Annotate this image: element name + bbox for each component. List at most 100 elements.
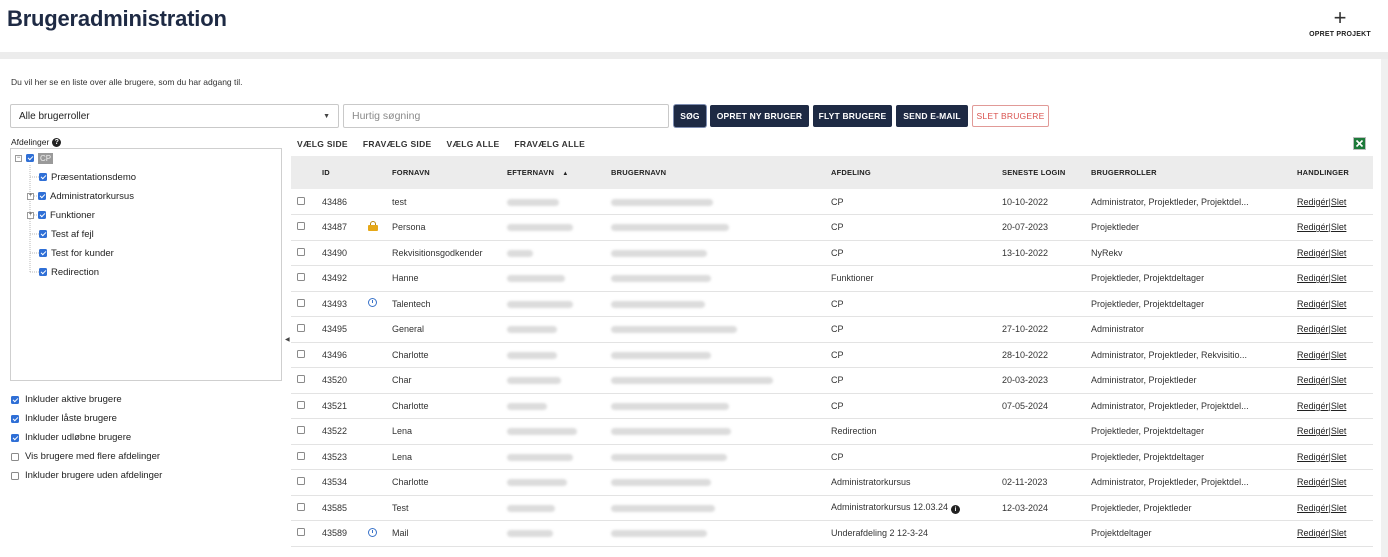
- tree-node-test-af-fejl[interactable]: Test af fejl: [39, 227, 94, 241]
- send-email-button[interactable]: SEND E-MAIL: [896, 105, 968, 127]
- header-username[interactable]: BRUGERNAVN: [605, 156, 825, 189]
- deselect-all-link[interactable]: FRAVÆLG ALLE: [514, 139, 585, 149]
- edit-link[interactable]: Redigér: [1297, 273, 1329, 283]
- table-row[interactable]: 43492 Hanne Funktioner Projektleder, Projek…: [291, 266, 1373, 291]
- row-checkbox[interactable]: [297, 324, 305, 333]
- header-department[interactable]: AFDELING: [825, 156, 996, 189]
- edit-link[interactable]: Redigér: [1297, 324, 1329, 334]
- expand-icon[interactable]: +: [27, 211, 34, 219]
- edit-link[interactable]: Redigér: [1297, 375, 1329, 385]
- select-page-link[interactable]: VÆLG SIDE: [297, 139, 348, 149]
- help-icon[interactable]: ?: [52, 137, 62, 147]
- tree-node-praesentationsdemo[interactable]: Præsentationsdemo: [39, 170, 136, 184]
- row-checkbox[interactable]: [297, 502, 305, 511]
- delete-link[interactable]: Slet: [1331, 426, 1347, 436]
- row-checkbox[interactable]: [297, 400, 305, 409]
- tree-node-redirection[interactable]: Redirection: [39, 265, 99, 279]
- deselect-page-link[interactable]: FRAVÆLG SIDE: [363, 139, 432, 149]
- header-last-name[interactable]: EFTERNAVN ▲: [501, 156, 605, 189]
- move-users-button[interactable]: FLYT BRUGERE: [813, 105, 892, 127]
- edit-link[interactable]: Redigér: [1297, 477, 1329, 487]
- collapse-panel-icon[interactable]: ◀: [285, 336, 290, 343]
- delete-link[interactable]: Slet: [1331, 528, 1347, 538]
- table-row[interactable]: 43523 Lena CP Projektleder, Projektdeltager…: [291, 444, 1373, 470]
- delete-link[interactable]: Slet: [1331, 477, 1347, 487]
- table-row[interactable]: 43495 General CP 27-10-2022 Administrator Red…: [291, 317, 1373, 342]
- edit-link[interactable]: Redigér: [1297, 299, 1329, 309]
- tree-node-administratorkursus[interactable]: + Administratorkursus: [27, 189, 134, 203]
- select-all-link[interactable]: VÆLG ALLE: [447, 139, 500, 149]
- search-button[interactable]: SØG: [674, 105, 706, 127]
- header-last-login[interactable]: SENESTE LOGIN: [996, 156, 1085, 189]
- edit-link[interactable]: Redigér: [1297, 503, 1329, 513]
- option-checkbox[interactable]: [11, 471, 19, 480]
- excel-export-icon[interactable]: [1353, 137, 1366, 150]
- edit-link[interactable]: Redigér: [1297, 222, 1329, 232]
- tree-node-root[interactable]: − CP: [15, 151, 54, 165]
- row-checkbox[interactable]: [297, 247, 305, 256]
- option-include-active[interactable]: Inkluder aktive brugere: [11, 390, 162, 409]
- edit-link[interactable]: Redigér: [1297, 426, 1329, 436]
- option-include-locked[interactable]: Inkluder låste brugere: [11, 409, 162, 428]
- table-row[interactable]: 43520 Char CP 20-03-2023 Administrator, Proj…: [291, 368, 1373, 393]
- table-row[interactable]: 43490 Rekvisitionsgodkender CP 13-10-2022 Ny…: [291, 240, 1373, 266]
- tree-checkbox[interactable]: [38, 211, 46, 219]
- tree-checkbox[interactable]: [39, 268, 47, 276]
- option-checkbox[interactable]: [11, 452, 19, 461]
- edit-link[interactable]: Redigér: [1297, 452, 1329, 462]
- collapse-icon[interactable]: −: [15, 154, 22, 162]
- table-row[interactable]: 43585 Test Administratorkursus 12.03.24 i 12…: [291, 495, 1373, 521]
- delete-link[interactable]: Slet: [1331, 222, 1347, 232]
- table-row[interactable]: 43589 Mail Underafdeling 2 12-3-24 Projektd…: [291, 521, 1373, 546]
- table-row[interactable]: 43521 Charlotte CP 07-05-2024 Administrator,…: [291, 393, 1373, 419]
- delete-link[interactable]: Slet: [1331, 503, 1347, 513]
- table-row[interactable]: 43486 test CP 10-10-2022 Administrator, Proj…: [291, 189, 1373, 215]
- row-checkbox[interactable]: [297, 196, 305, 205]
- tree-node-funktioner[interactable]: + Funktioner: [27, 208, 95, 222]
- row-checkbox[interactable]: [297, 528, 305, 537]
- tree-checkbox[interactable]: [39, 173, 47, 181]
- roles-dropdown[interactable]: Alle brugerroller ▼: [10, 104, 339, 128]
- page-scrollbar[interactable]: [1381, 59, 1388, 557]
- edit-link[interactable]: Redigér: [1297, 197, 1329, 207]
- header-first-name[interactable]: FORNAVN: [386, 156, 501, 189]
- row-checkbox[interactable]: [297, 273, 305, 282]
- create-project-button[interactable]: + OPRET PROJEKT: [1308, 7, 1372, 39]
- option-checkbox[interactable]: [11, 395, 19, 404]
- row-checkbox[interactable]: [297, 426, 305, 435]
- tree-checkbox[interactable]: [38, 192, 46, 200]
- header-id[interactable]: ID: [316, 156, 362, 189]
- edit-link[interactable]: Redigér: [1297, 528, 1329, 538]
- edit-link[interactable]: Redigér: [1297, 350, 1329, 360]
- tree-checkbox[interactable]: [39, 249, 47, 257]
- delete-link[interactable]: Slet: [1331, 324, 1347, 334]
- expand-icon[interactable]: +: [27, 192, 34, 200]
- delete-link[interactable]: Slet: [1331, 350, 1347, 360]
- table-row[interactable]: 43496 Charlotte CP 28-10-2022 Administrator,…: [291, 342, 1373, 368]
- row-checkbox[interactable]: [297, 375, 305, 384]
- edit-link[interactable]: Redigér: [1297, 401, 1329, 411]
- row-checkbox[interactable]: [297, 477, 305, 486]
- delete-link[interactable]: Slet: [1331, 197, 1347, 207]
- option-checkbox[interactable]: [11, 433, 19, 442]
- option-include-expired[interactable]: Inkluder udløbne brugere: [11, 428, 162, 447]
- option-no-departments[interactable]: Inkluder brugere uden afdelinger: [11, 466, 162, 485]
- create-user-button[interactable]: OPRET NY BRUGER: [710, 105, 809, 127]
- row-checkbox[interactable]: [297, 349, 305, 358]
- delete-link[interactable]: Slet: [1331, 248, 1347, 258]
- info-icon[interactable]: i: [951, 504, 961, 514]
- option-multiple-departments[interactable]: Vis brugere med flere afdelinger: [11, 447, 162, 466]
- table-row[interactable]: 43493 Talentech CP Projektleder, Projektdel…: [291, 291, 1373, 317]
- edit-link[interactable]: Redigér: [1297, 248, 1329, 258]
- header-user-roles[interactable]: BRUGERROLLER: [1085, 156, 1291, 189]
- delete-users-button[interactable]: SLET BRUGERE: [972, 105, 1049, 127]
- delete-link[interactable]: Slet: [1331, 375, 1347, 385]
- table-row[interactable]: 43534 Charlotte Administratorkursus 02-11-2…: [291, 470, 1373, 495]
- tree-checkbox[interactable]: [26, 154, 34, 162]
- table-row[interactable]: 43522 Lena Redirection Projektleder, Projek…: [291, 419, 1373, 444]
- option-checkbox[interactable]: [11, 414, 19, 423]
- delete-link[interactable]: Slet: [1331, 273, 1347, 283]
- row-checkbox[interactable]: [297, 451, 305, 460]
- row-checkbox[interactable]: [297, 298, 305, 307]
- tree-node-test-for-kunder[interactable]: Test for kunder: [39, 246, 114, 260]
